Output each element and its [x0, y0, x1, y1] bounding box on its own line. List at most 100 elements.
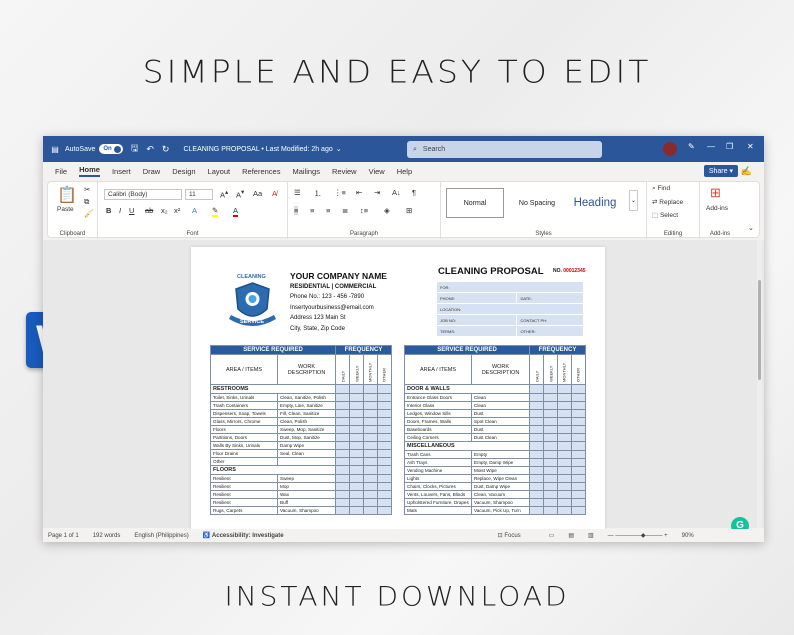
- strikethrough-icon[interactable]: ab: [145, 206, 153, 215]
- frequency-cell[interactable]: [349, 449, 364, 458]
- text-effects-icon[interactable]: A: [192, 206, 197, 215]
- print-layout-icon[interactable]: ▤: [568, 532, 574, 539]
- work-cell[interactable]: Seal, Clean: [276, 449, 337, 458]
- style-heading[interactable]: Heading: [566, 188, 624, 218]
- align-left-icon[interactable]: ≡: [294, 206, 299, 215]
- area-cell[interactable]: Upholstered Furniture, Drapes: [404, 498, 472, 507]
- shading-icon[interactable]: ◈: [384, 206, 390, 215]
- area-cell[interactable]: Ceiling Corners: [404, 433, 472, 442]
- frequency-cell[interactable]: [349, 425, 364, 434]
- frequency-cell[interactable]: [335, 449, 350, 458]
- menu-help[interactable]: Help: [397, 167, 412, 176]
- area-cell[interactable]: Trash Containers: [210, 401, 278, 410]
- frequency-cell[interactable]: [362, 457, 378, 466]
- frequency-cell[interactable]: [543, 425, 558, 434]
- pilcrow-icon[interactable]: ¶: [412, 188, 416, 197]
- work-cell[interactable]: Fill, Clean, Sanitize: [276, 409, 337, 418]
- format-painter-icon[interactable]: 🖌: [84, 209, 94, 218]
- area-cell[interactable]: Rugs, Carpets: [210, 506, 278, 515]
- line-spacing-icon[interactable]: ↕≡: [360, 206, 368, 215]
- frequency-cell[interactable]: [570, 498, 587, 507]
- word-count[interactable]: 192 words: [93, 533, 121, 539]
- frequency-cell[interactable]: [335, 482, 350, 491]
- increase-indent-icon[interactable]: ⇥: [374, 188, 380, 197]
- work-cell[interactable]: Sweep, Mop, Sanitize: [276, 425, 337, 434]
- work-cell[interactable]: Clean, Vacuum: [470, 490, 531, 499]
- work-cell[interactable]: Wax: [276, 490, 337, 499]
- frequency-cell[interactable]: [556, 506, 572, 515]
- area-cell[interactable]: Partitions, Doors: [210, 433, 278, 442]
- frequency-cell[interactable]: [349, 401, 364, 410]
- zoom-level[interactable]: 90%: [682, 533, 694, 539]
- frequency-cell[interactable]: [349, 490, 364, 499]
- area-cell[interactable]: Glass, Mirrors, Chrome: [210, 417, 278, 426]
- area-cell[interactable]: Interior Glass: [404, 401, 472, 410]
- find-button[interactable]: ⌕ Find: [652, 185, 670, 193]
- work-cell[interactable]: Clean, Polish: [276, 417, 337, 426]
- frequency-cell[interactable]: [556, 425, 572, 434]
- frequency-cell[interactable]: [362, 506, 378, 515]
- frequency-cell[interactable]: [349, 457, 364, 466]
- addins-button[interactable]: Add-ins: [706, 205, 728, 212]
- frequency-cell[interactable]: [349, 465, 364, 475]
- frequency-cell[interactable]: [335, 457, 350, 466]
- frequency-cell[interactable]: [556, 417, 572, 426]
- frequency-cell[interactable]: [376, 384, 393, 394]
- field-other[interactable]: OTHER:: [517, 326, 583, 336]
- underline-icon[interactable]: U: [129, 206, 134, 215]
- field-job[interactable]: JOB NO:: [437, 315, 517, 325]
- accessibility-status[interactable]: ♿ Accessibility: Investigate: [203, 532, 284, 539]
- frequency-cell[interactable]: [529, 433, 544, 442]
- frequency-cell[interactable]: [335, 409, 350, 418]
- language[interactable]: English (Philippines): [134, 533, 188, 539]
- frequency-cell[interactable]: [543, 393, 558, 402]
- frequency-cell[interactable]: [335, 393, 350, 402]
- multilevel-list-icon[interactable]: ⋮≡: [334, 188, 346, 197]
- frequency-cell[interactable]: [362, 384, 378, 394]
- document-page[interactable]: CLEANING SERVICE YOUR COMPANY NAME RESID…: [191, 247, 605, 537]
- menu-review[interactable]: Review: [332, 167, 357, 176]
- frequency-cell[interactable]: [529, 490, 544, 499]
- frequency-cell[interactable]: [362, 474, 378, 483]
- frequency-cell[interactable]: [362, 433, 378, 442]
- area-cell[interactable]: Baseboards: [404, 425, 472, 434]
- field-for[interactable]: FOR:: [437, 282, 583, 292]
- frequency-cell[interactable]: [362, 449, 378, 458]
- frequency-cell[interactable]: [529, 450, 544, 459]
- work-cell[interactable]: Damp Wipe: [276, 441, 337, 450]
- font-color-icon[interactable]: A: [233, 206, 239, 217]
- area-cell[interactable]: Ash Trays: [404, 458, 472, 467]
- frequency-cell[interactable]: [556, 450, 572, 459]
- work-cell[interactable]: Empty: [470, 450, 531, 459]
- replace-button[interactable]: ⇄ Replace: [652, 198, 683, 206]
- area-cell[interactable]: Floor Drains: [210, 449, 278, 458]
- frequency-cell[interactable]: [529, 425, 544, 434]
- menu-design[interactable]: Design: [172, 167, 195, 176]
- style-no-spacing[interactable]: No Spacing: [508, 188, 566, 218]
- area-cell[interactable]: Ledges, Window Sills: [404, 409, 472, 418]
- area-cell[interactable]: Resilient: [210, 498, 278, 507]
- decrease-indent-icon[interactable]: ⇤: [356, 188, 362, 197]
- frequency-cell[interactable]: [335, 417, 350, 426]
- area-cell[interactable]: Trash Cans: [404, 450, 472, 459]
- font-name-select[interactable]: Calibri (Body): [104, 189, 182, 200]
- frequency-cell[interactable]: [335, 465, 350, 475]
- frequency-cell[interactable]: [349, 409, 364, 418]
- align-center-icon[interactable]: ≡: [310, 206, 314, 215]
- frequency-cell[interactable]: [376, 498, 393, 507]
- frequency-cell[interactable]: [349, 498, 364, 507]
- frequency-cell[interactable]: [349, 393, 364, 402]
- work-cell[interactable]: Moist Wipe: [470, 466, 531, 475]
- frequency-cell[interactable]: [335, 384, 350, 394]
- frequency-cell[interactable]: [543, 490, 558, 499]
- document-title[interactable]: CLEANING PROPOSAL • Last Modified: 2h ag…: [183, 146, 332, 153]
- frequency-cell[interactable]: [362, 498, 378, 507]
- frequency-cell[interactable]: [556, 474, 572, 483]
- menu-insert[interactable]: Insert: [112, 167, 131, 176]
- work-cell[interactable]: Dust: [470, 409, 531, 418]
- style-normal[interactable]: Normal: [446, 188, 504, 218]
- frequency-cell[interactable]: [529, 474, 544, 483]
- cut-icon[interactable]: ✂: [84, 185, 90, 194]
- frequency-cell[interactable]: [362, 465, 378, 475]
- frequency-cell[interactable]: [529, 417, 544, 426]
